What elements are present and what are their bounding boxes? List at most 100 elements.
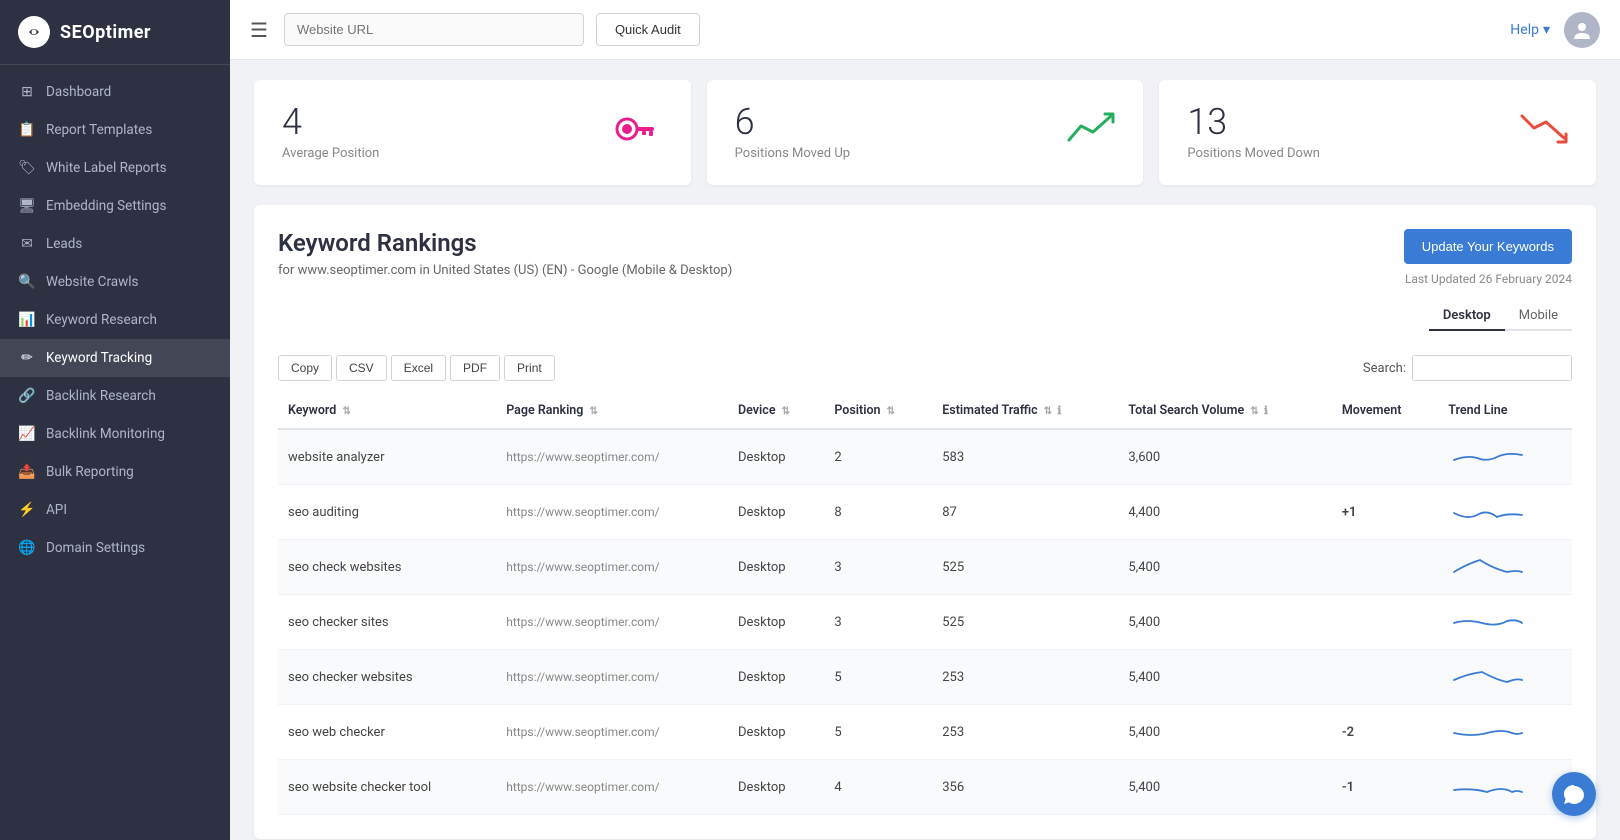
sidebar-label-api: API (46, 502, 67, 518)
sidebar-icon-api: ⚡ (18, 502, 36, 518)
sidebar-label-keyword-research: Keyword Research (46, 312, 157, 328)
sidebar-icon-backlink-research: 🔗 (18, 388, 36, 404)
stat-card-positions-up: 6 Positions Moved Up (707, 80, 1144, 185)
cell-keyword: website analyzer (278, 429, 496, 485)
help-label: Help (1510, 22, 1539, 38)
col-header-page-ranking[interactable]: Page Ranking ⇅ (496, 393, 728, 429)
cell-traffic: 87 (932, 485, 1118, 540)
sort-icon: ⇅ (1044, 406, 1052, 417)
col-header-total-search-volume[interactable]: Total Search Volume ⇅ ℹ (1118, 393, 1331, 429)
chat-bubble[interactable] (1552, 772, 1596, 816)
sidebar-label-backlink-research: Backlink Research (46, 388, 156, 404)
rankings-section: Keyword Rankings for www.seoptimer.com i… (254, 205, 1596, 839)
cell-trend (1438, 540, 1572, 595)
sidebar-item-domain-settings[interactable]: 🌐 Domain Settings (0, 529, 230, 567)
sidebar-item-report-templates[interactable]: 📋 Report Templates (0, 111, 230, 149)
search-input[interactable] (1412, 355, 1572, 381)
cell-keyword: seo checker websites (278, 650, 496, 705)
sidebar-item-dashboard[interactable]: ⊞ Dashboard (0, 73, 230, 111)
cell-volume: 5,400 (1118, 705, 1331, 760)
sidebar-icon-report-templates: 📋 (18, 122, 36, 138)
cell-volume: 5,400 (1118, 540, 1331, 595)
cell-position: 8 (824, 485, 932, 540)
cell-volume: 5,400 (1118, 760, 1331, 815)
col-header-keyword[interactable]: Keyword ⇅ (278, 393, 496, 429)
sidebar-item-bulk-reporting[interactable]: 📤 Bulk Reporting (0, 453, 230, 491)
table-row: seo website checker tool https://www.seo… (278, 760, 1572, 815)
stat-icon-avg-position (615, 112, 663, 154)
sidebar-item-api[interactable]: ⚡ API (0, 491, 230, 529)
cell-device: Desktop (728, 540, 824, 595)
sidebar-item-backlink-monitoring[interactable]: 📈 Backlink Monitoring (0, 415, 230, 453)
cell-keyword: seo auditing (278, 485, 496, 540)
cell-position: 4 (824, 760, 932, 815)
quick-audit-button[interactable]: Quick Audit (596, 13, 700, 46)
stat-label: Positions Moved Down (1187, 146, 1320, 161)
cell-page: https://www.seoptimer.com/ (496, 595, 728, 650)
sidebar-item-white-label-reports[interactable]: 🏷 White Label Reports (0, 149, 230, 187)
cell-position: 5 (824, 650, 932, 705)
stat-label: Average Position (282, 146, 379, 161)
cell-position: 3 (824, 595, 932, 650)
cell-keyword: seo check websites (278, 540, 496, 595)
sidebar-item-keyword-research[interactable]: 📊 Keyword Research (0, 301, 230, 339)
stat-card-avg-position: 4 Average Position (254, 80, 691, 185)
sidebar-icon-leads: ✉ (18, 236, 36, 252)
table-row: seo checker sites https://www.seoptimer.… (278, 595, 1572, 650)
cell-movement: +1 (1332, 485, 1438, 540)
sidebar-item-keyword-tracking[interactable]: ✏ Keyword Tracking (0, 339, 230, 377)
rankings-subtitle: for www.seoptimer.com in United States (… (278, 263, 732, 278)
sidebar-icon-embedding-settings: 🖥 (18, 198, 36, 214)
sidebar-item-website-crawls[interactable]: 🔍 Website Crawls (0, 263, 230, 301)
table-row: seo auditing https://www.seoptimer.com/ … (278, 485, 1572, 540)
device-tab-desktop[interactable]: Desktop (1429, 302, 1505, 331)
content-area: 4 Average Position 6 Positions Moved Up … (230, 60, 1620, 840)
export-btn-pdf[interactable]: PDF (450, 355, 500, 381)
stat-card-positions-down: 13 Positions Moved Down (1159, 80, 1596, 185)
sidebar-item-leads[interactable]: ✉ Leads (0, 225, 230, 263)
cell-device: Desktop (728, 485, 824, 540)
cell-volume: 5,400 (1118, 595, 1331, 650)
export-btn-print[interactable]: Print (504, 355, 555, 381)
stat-value: 4 (282, 104, 379, 140)
stat-cards: 4 Average Position 6 Positions Moved Up … (254, 80, 1596, 185)
col-header-device[interactable]: Device ⇅ (728, 393, 824, 429)
hamburger-icon[interactable]: ☰ (250, 18, 268, 42)
table-controls: CopyCSVExcelPDFPrint Search: (278, 355, 1572, 381)
device-tab-mobile[interactable]: Mobile (1505, 302, 1572, 331)
last-updated: Last Updated 26 February 2024 (1405, 272, 1572, 286)
topbar: ☰ Quick Audit Help ▾ (230, 0, 1620, 60)
app-logo[interactable]: SEOptimer (0, 0, 230, 65)
user-avatar[interactable] (1564, 12, 1600, 48)
cell-device: Desktop (728, 650, 824, 705)
url-input[interactable] (284, 13, 584, 46)
export-btn-excel[interactable]: Excel (391, 355, 446, 381)
cell-traffic: 253 (932, 650, 1118, 705)
stat-icon-positions-up (1067, 110, 1115, 155)
col-header-estimated-traffic[interactable]: Estimated Traffic ⇅ ℹ (932, 393, 1118, 429)
cell-page: https://www.seoptimer.com/ (496, 650, 728, 705)
sidebar-item-embedding-settings[interactable]: 🖥 Embedding Settings (0, 187, 230, 225)
cell-movement: -2 (1332, 705, 1438, 760)
help-dropdown-icon: ▾ (1543, 22, 1550, 38)
cell-movement (1332, 429, 1438, 485)
app-name: SEOptimer (60, 22, 151, 43)
stat-value: 6 (735, 104, 850, 140)
cell-movement (1332, 650, 1438, 705)
main-area: ☰ Quick Audit Help ▾ 4 Average Position (230, 0, 1620, 840)
export-btn-copy[interactable]: Copy (278, 355, 332, 381)
col-header-position[interactable]: Position ⇅ (824, 393, 932, 429)
help-button[interactable]: Help ▾ (1510, 22, 1550, 38)
table-row: website analyzer https://www.seoptimer.c… (278, 429, 1572, 485)
update-keywords-button[interactable]: Update Your Keywords (1404, 229, 1572, 264)
info-icon: ℹ (1264, 404, 1268, 417)
sidebar-item-backlink-research[interactable]: 🔗 Backlink Research (0, 377, 230, 415)
sidebar-label-embedding-settings: Embedding Settings (46, 198, 166, 214)
search-label: Search: (1363, 361, 1406, 376)
cell-device: Desktop (728, 705, 824, 760)
cell-device: Desktop (728, 429, 824, 485)
sort-icon: ⇅ (887, 406, 895, 417)
cell-trend (1438, 705, 1572, 760)
export-btn-csv[interactable]: CSV (336, 355, 387, 381)
rankings-title: Keyword Rankings (278, 229, 732, 257)
